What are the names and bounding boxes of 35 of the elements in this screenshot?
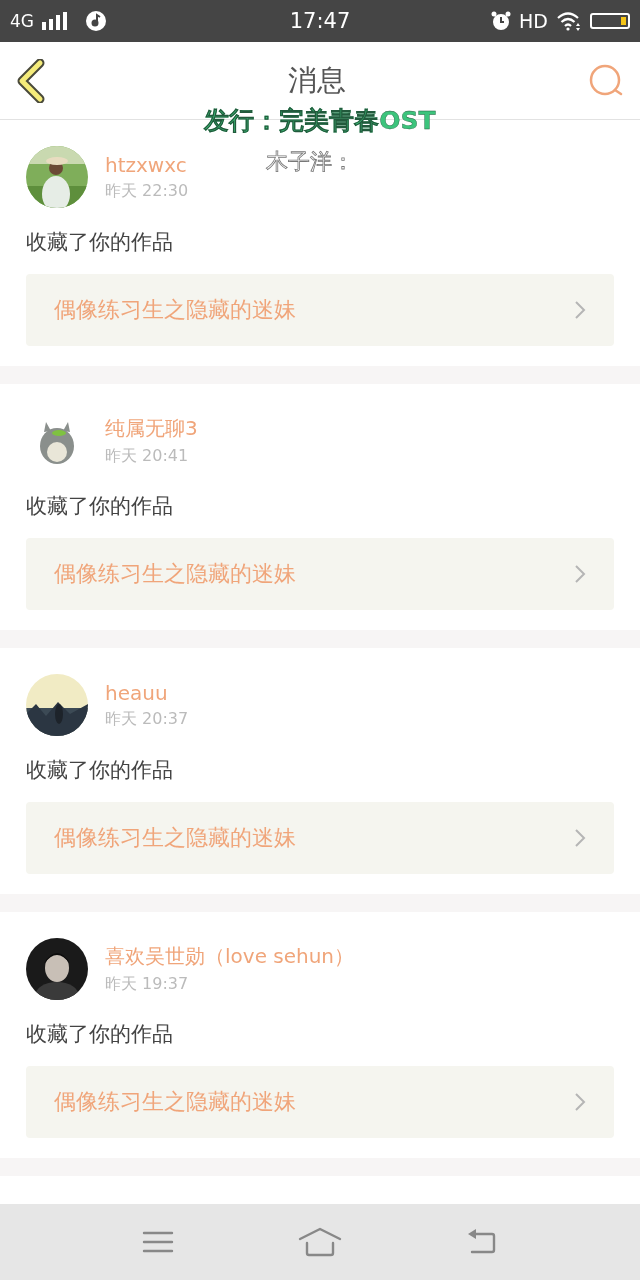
user-name[interactable]: htzxwxc [105,152,189,177]
lyrics-line: 木子洋： [266,148,354,176]
clock-time: 17:47 [289,9,351,33]
lyrics-line: 发行：完美青春OST [204,105,436,137]
wifi-icon [556,11,582,31]
signal-icon [42,12,68,30]
chevron-icon [574,564,586,584]
message-time: 昨天 19:37 [105,974,190,995]
user-name[interactable]: heauu [105,680,189,705]
activity-text: 收藏了你的作品 [26,1021,174,1048]
activity-text: 收藏了你的作品 [26,493,174,520]
message-time: 昨天 22:30 [105,180,189,202]
work-link[interactable]: 偶像练习生之隐藏的迷妹 [26,802,614,874]
chevron-icon [574,1092,586,1112]
menu-icon[interactable] [142,1230,174,1254]
activity-text: 收藏了你的作品 [26,229,174,256]
user-name[interactable]: 纯属无聊3 [105,415,198,442]
user-name[interactable]: 喜欢吴世勋（love sehun） [105,943,355,970]
message-time: 昨天 20:37 [105,708,189,730]
chevron-icon [574,300,586,320]
music-app-icon [86,11,106,31]
back-button[interactable] [16,58,46,103]
message-time: 昨天 20:41 [105,446,190,467]
work-link[interactable]: 偶像练习生之隐藏的迷妹 [26,274,614,346]
work-link[interactable]: 偶像练习生之隐藏的迷妹 [26,538,614,610]
network-type: 4G [10,11,34,31]
chevron-icon [574,828,586,848]
battery-icon [590,13,630,29]
work-link[interactable]: 偶像练习生之隐藏的迷妹 [26,1066,614,1138]
activity-text: 收藏了你的作品 [26,757,174,784]
home-icon[interactable] [298,1227,342,1257]
page-title: 消息 [288,61,346,99]
alarm-icon [491,11,512,31]
hd-indicator: HD [519,10,548,32]
back-icon[interactable] [466,1228,498,1256]
